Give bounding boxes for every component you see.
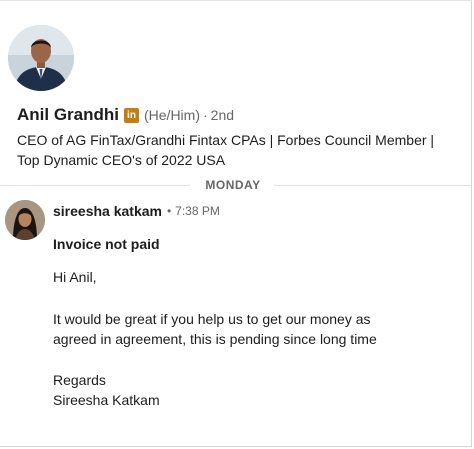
divider-line-right — [274, 185, 471, 186]
message-subject: Invoice not paid — [53, 236, 160, 252]
message-signature: Sireesha Katkam — [53, 392, 160, 408]
day-label: MONDAY — [205, 178, 261, 192]
profile-headline: CEO of AG FinTax/Grandhi Fintax CPAs | F… — [17, 132, 435, 168]
conversation-pane: Anil Grandhi in (He/Him) · 2nd CEO of AG… — [0, 0, 472, 447]
profile-name-row: Anil Grandhi in (He/Him) · 2nd — [17, 105, 234, 125]
day-divider: MONDAY — [0, 177, 471, 193]
profile-pronouns: (He/Him) — [144, 107, 200, 123]
sender-avatar[interactable] — [5, 200, 45, 240]
message-body-line-1: It would be great if you help us to get … — [53, 311, 371, 327]
sender-name[interactable]: sireesha katkam — [53, 203, 162, 219]
profile-avatar[interactable] — [8, 25, 74, 91]
message-closing: Regards — [53, 372, 106, 388]
divider-line-left — [0, 185, 190, 186]
message-body-line-2: agreed in agreement, this is pending sin… — [53, 331, 377, 347]
linkedin-premium-icon: in — [124, 107, 139, 123]
separator-dot: · — [203, 107, 208, 123]
profile-photo-icon — [8, 25, 74, 91]
message-header: sireesha katkam • 7:38 PM — [53, 203, 220, 219]
message-timestamp: 7:38 PM — [175, 204, 220, 218]
sender-photo-icon — [5, 200, 45, 240]
message-greeting: Hi Anil, — [53, 269, 97, 285]
profile-name[interactable]: Anil Grandhi — [17, 105, 119, 125]
time-separator: • — [166, 204, 172, 218]
connection-degree: 2nd — [210, 107, 235, 123]
